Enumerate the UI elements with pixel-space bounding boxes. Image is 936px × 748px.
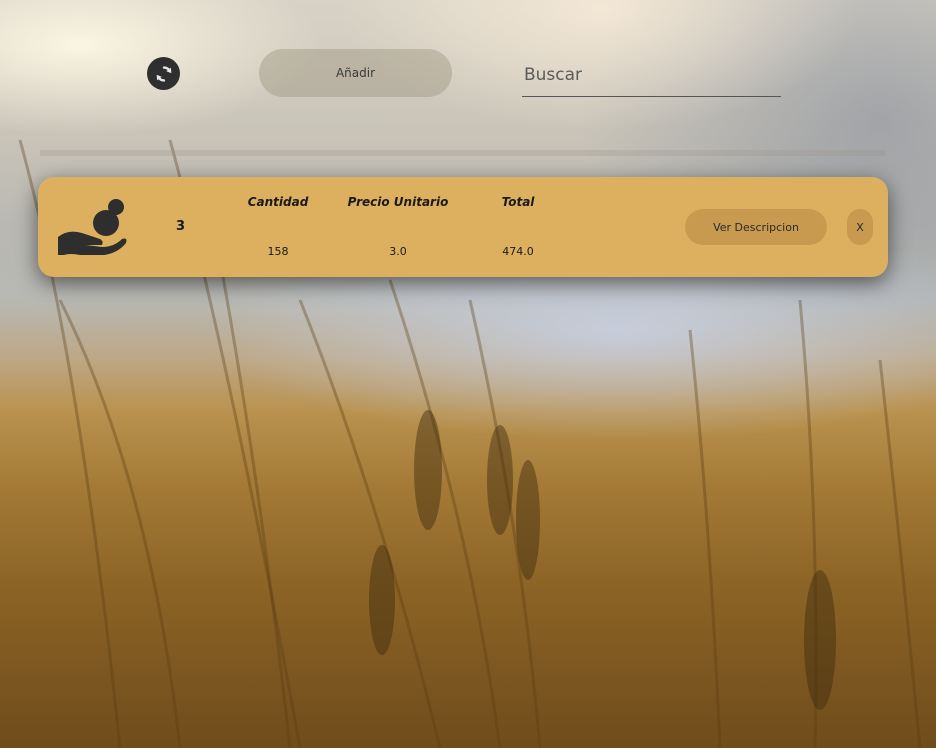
- delete-item-button[interactable]: X: [847, 209, 873, 245]
- total-header: Total: [501, 195, 535, 209]
- list-header-band: [40, 150, 885, 156]
- hand-coin-icon: [58, 199, 127, 255]
- quantity-value: 158: [267, 245, 289, 258]
- refresh-button[interactable]: [147, 57, 180, 90]
- search-input[interactable]: [522, 56, 781, 94]
- wheat-field-background: [18, 139, 922, 748]
- total-value: 474.0: [502, 245, 534, 258]
- item-id: 3: [176, 219, 186, 234]
- refresh-icon: [156, 65, 171, 82]
- quantity-header: Cantidad: [247, 195, 309, 209]
- view-description-button[interactable]: Ver Descripcion: [685, 209, 827, 245]
- search-field: [522, 56, 781, 97]
- product-card: 3 Cantidad Precio Unitario Total 158 3.0…: [38, 177, 888, 277]
- unit-price-value: 3.0: [389, 245, 407, 258]
- add-button[interactable]: Añadir: [259, 49, 452, 97]
- app-screen: Añadir 3 Cantidad Precio Unitario Total …: [0, 0, 936, 748]
- unit-price-header: Precio Unitario: [347, 195, 449, 209]
